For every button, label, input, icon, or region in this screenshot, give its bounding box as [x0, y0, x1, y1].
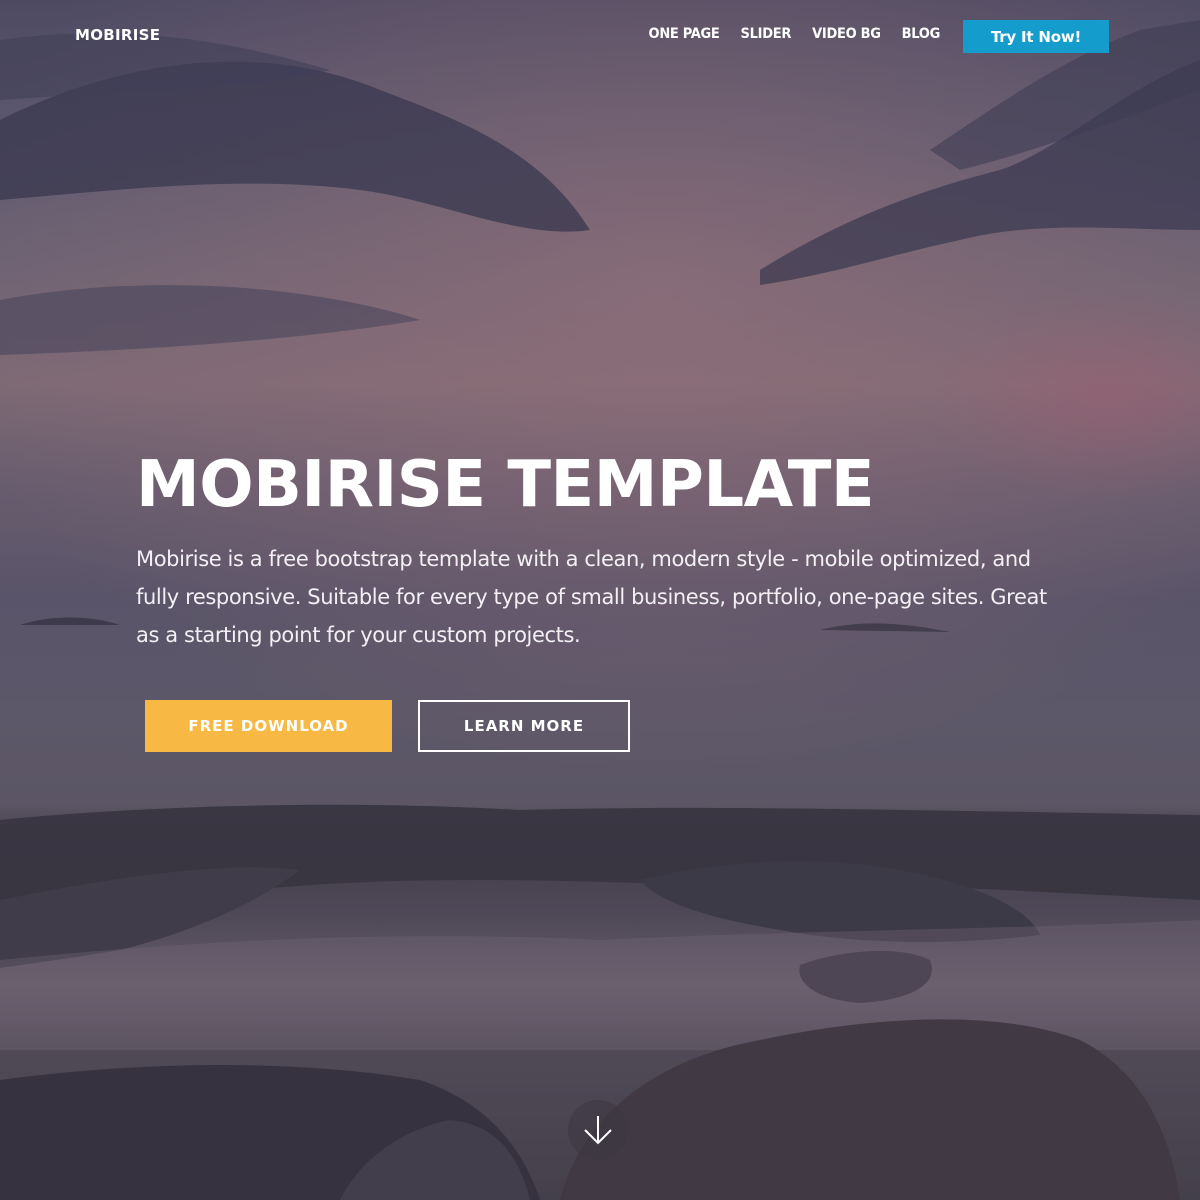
scroll-down-button[interactable]: [568, 1100, 628, 1160]
hero-page: MOBIRISE ONE PAGE SLIDER VIDEO BG BLOG T…: [0, 0, 1200, 1200]
navbar: MOBIRISE ONE PAGE SLIDER VIDEO BG BLOG T…: [0, 0, 1200, 72]
nav-link-video-bg[interactable]: VIDEO BG: [812, 26, 881, 42]
brand-logo[interactable]: MOBIRISE: [75, 26, 160, 44]
try-it-now-button[interactable]: Try It Now!: [963, 20, 1109, 53]
hero-title: MOBIRISE TEMPLATE: [136, 448, 875, 522]
hero-description: Mobirise is a free bootstrap template wi…: [136, 547, 1047, 647]
learn-more-button[interactable]: LEARN MORE: [418, 700, 630, 752]
arrow-down-icon: [584, 1116, 612, 1145]
nav-link-blog[interactable]: BLOG: [902, 26, 941, 42]
hero-buttons: FREE DOWNLOAD LEARN MORE: [145, 700, 630, 752]
nav-links: ONE PAGE SLIDER VIDEO BG BLOG: [649, 26, 941, 42]
nav-link-one-page[interactable]: ONE PAGE: [649, 26, 720, 42]
nav-link-slider[interactable]: SLIDER: [741, 26, 792, 42]
free-download-button[interactable]: FREE DOWNLOAD: [145, 700, 392, 752]
hero-section: MOBIRISE TEMPLATE Mobirise is a free boo…: [136, 448, 1096, 654]
